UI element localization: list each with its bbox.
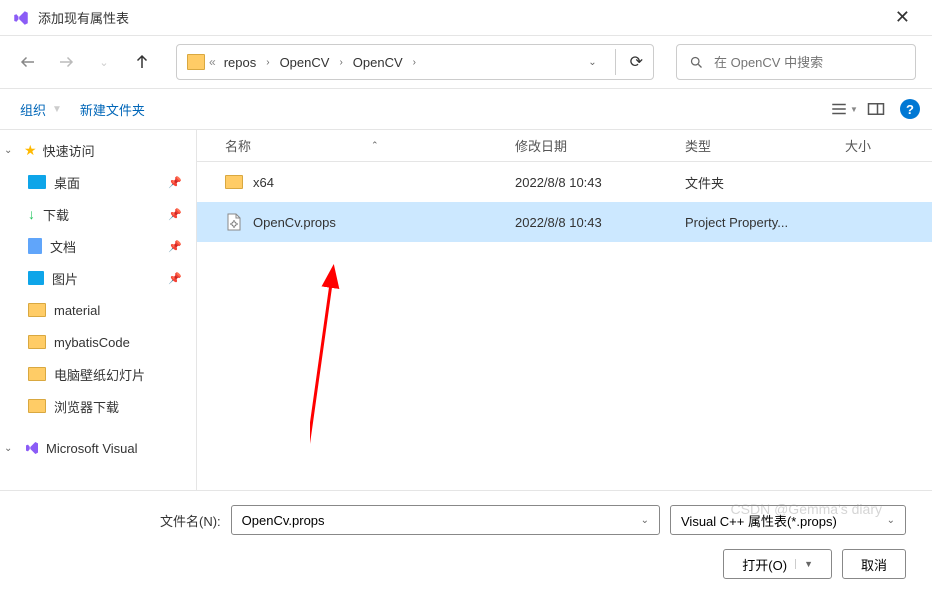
- sidebar-item-mybatis[interactable]: mybatisCode: [0, 326, 196, 358]
- picture-icon: [28, 271, 44, 285]
- column-header-date[interactable]: 修改日期: [507, 136, 677, 155]
- sidebar-item-pictures[interactable]: 图片 📌: [0, 262, 196, 294]
- search-input[interactable]: [714, 55, 903, 70]
- column-header-name[interactable]: 名称⌃: [197, 136, 507, 155]
- column-header-size[interactable]: 大小: [837, 136, 932, 155]
- toolbar: 组织▼ 新建文件夹 ▼ ?: [0, 88, 932, 130]
- sidebar-item-label: 文档: [50, 237, 76, 256]
- sidebar-item-material[interactable]: material: [0, 294, 196, 326]
- chevron-right-icon[interactable]: ›: [413, 57, 416, 68]
- sidebar-item-wallpaper[interactable]: 电脑壁纸幻灯片: [0, 358, 196, 390]
- sidebar[interactable]: ⌄ ★ 快速访问 桌面 📌 ↓ 下载 📌 文档 📌 图片 📌 material mybat…: [0, 130, 196, 490]
- open-button[interactable]: 打开(O)▼: [723, 549, 832, 579]
- recent-dropdown[interactable]: ⌄: [92, 50, 116, 74]
- bottom-panel: 文件名(N): OpenCv.props⌄ Visual C++ 属性表(*.p…: [0, 490, 932, 593]
- sidebar-item-label: 电脑壁纸幻灯片: [54, 365, 145, 384]
- pin-icon: 📌: [168, 208, 182, 221]
- column-header-type[interactable]: 类型: [677, 136, 837, 155]
- title-bar: 添加现有属性表 ✕: [0, 0, 932, 36]
- filetype-filter[interactable]: Visual C++ 属性表(*.props)⌄: [670, 505, 906, 535]
- sidebar-item-label: 桌面: [54, 173, 80, 192]
- sort-asc-icon: ⌃: [371, 140, 379, 151]
- file-date: 2022/8/8 10:43: [507, 175, 677, 190]
- folder-icon: [28, 399, 46, 413]
- file-name: OpenCv.props: [253, 215, 336, 230]
- file-name: x64: [253, 175, 274, 190]
- sidebar-item-desktop[interactable]: 桌面 📌: [0, 166, 196, 198]
- forward-button: [54, 50, 78, 74]
- nav-row: ⌄ « repos › OpenCV › OpenCV › ⌄ ⟳: [0, 36, 932, 88]
- sidebar-item-quick-access[interactable]: ⌄ ★ 快速访问: [0, 134, 196, 166]
- search-icon: [689, 55, 704, 70]
- breadcrumb[interactable]: « repos › OpenCV › OpenCV › ⌄ ⟳: [176, 44, 654, 80]
- filename-label: 文件名(N):: [160, 511, 221, 530]
- sidebar-item-label: Microsoft Visual: [46, 441, 138, 456]
- up-button[interactable]: [130, 50, 154, 74]
- breadcrumb-item[interactable]: OpenCV: [349, 53, 407, 72]
- sidebar-item-downloads[interactable]: ↓ 下载 📌: [0, 198, 196, 230]
- folder-icon: [28, 303, 46, 317]
- chevron-down-icon: ⌄: [4, 145, 18, 156]
- sidebar-item-label: material: [54, 303, 100, 318]
- breadcrumb-overflow[interactable]: «: [209, 55, 216, 69]
- chevron-down-icon[interactable]: ⌄: [887, 515, 895, 526]
- sidebar-item-label: 快速访问: [43, 141, 95, 160]
- sidebar-item-browser-dl[interactable]: 浏览器下载: [0, 390, 196, 422]
- help-icon[interactable]: ?: [900, 99, 920, 119]
- breadcrumb-item[interactable]: OpenCV: [276, 53, 334, 72]
- sidebar-item-msvs[interactable]: ⌄ Microsoft Visual: [0, 432, 196, 464]
- organize-button[interactable]: 组织▼: [12, 96, 72, 123]
- back-button[interactable]: [16, 50, 40, 74]
- search-box[interactable]: [676, 44, 916, 80]
- chevron-right-icon[interactable]: ›: [266, 57, 269, 68]
- view-list-icon[interactable]: ▼: [828, 95, 860, 123]
- props-file-icon: [225, 213, 243, 231]
- pin-icon: 📌: [168, 176, 182, 189]
- file-list: 名称⌃ 修改日期 类型 大小 x64 2022/8/8 10:43 文件夹 Op…: [196, 130, 932, 490]
- new-folder-button[interactable]: 新建文件夹: [72, 96, 153, 123]
- document-icon: [28, 238, 42, 254]
- filename-combobox[interactable]: OpenCv.props⌄: [231, 505, 660, 535]
- star-icon: ★: [24, 142, 37, 159]
- chevron-down-icon: ⌄: [4, 443, 18, 454]
- breadcrumb-item[interactable]: repos: [220, 53, 261, 72]
- desktop-icon: [28, 175, 46, 189]
- sidebar-item-label: 图片: [52, 269, 78, 288]
- file-type: 文件夹: [677, 173, 837, 192]
- chevron-down-icon[interactable]: ⌄: [584, 53, 600, 72]
- sidebar-item-label: mybatisCode: [54, 335, 130, 350]
- pin-icon: 📌: [168, 240, 182, 253]
- split-dropdown-icon[interactable]: ▼: [795, 559, 813, 569]
- visual-studio-icon: [12, 9, 30, 27]
- refresh-icon[interactable]: ⟳: [630, 52, 643, 72]
- folder-icon: [28, 367, 46, 381]
- preview-pane-icon[interactable]: [860, 95, 892, 123]
- chevron-right-icon[interactable]: ›: [339, 57, 342, 68]
- body: ⌄ ★ 快速访问 桌面 📌 ↓ 下载 📌 文档 📌 图片 📌 material mybat…: [0, 130, 932, 490]
- file-type: Project Property...: [677, 215, 837, 230]
- sidebar-item-label: 下载: [43, 205, 69, 224]
- sidebar-item-label: 浏览器下载: [54, 397, 119, 416]
- folder-icon: [28, 335, 46, 349]
- file-list-header: 名称⌃ 修改日期 类型 大小: [197, 130, 932, 162]
- pin-icon: 📌: [168, 272, 182, 285]
- visual-studio-icon: [24, 440, 40, 456]
- file-row-selected[interactable]: OpenCv.props 2022/8/8 10:43 Project Prop…: [197, 202, 932, 242]
- file-row-folder[interactable]: x64 2022/8/8 10:43 文件夹: [197, 162, 932, 202]
- chevron-down-icon[interactable]: ⌄: [641, 515, 649, 526]
- cancel-button[interactable]: 取消: [842, 549, 906, 579]
- folder-icon: [187, 54, 205, 70]
- download-icon: ↓: [28, 206, 35, 222]
- window-title: 添加现有属性表: [38, 8, 129, 27]
- file-date: 2022/8/8 10:43: [507, 215, 677, 230]
- close-icon[interactable]: ✕: [885, 3, 920, 32]
- folder-icon: [225, 175, 243, 189]
- sidebar-item-documents[interactable]: 文档 📌: [0, 230, 196, 262]
